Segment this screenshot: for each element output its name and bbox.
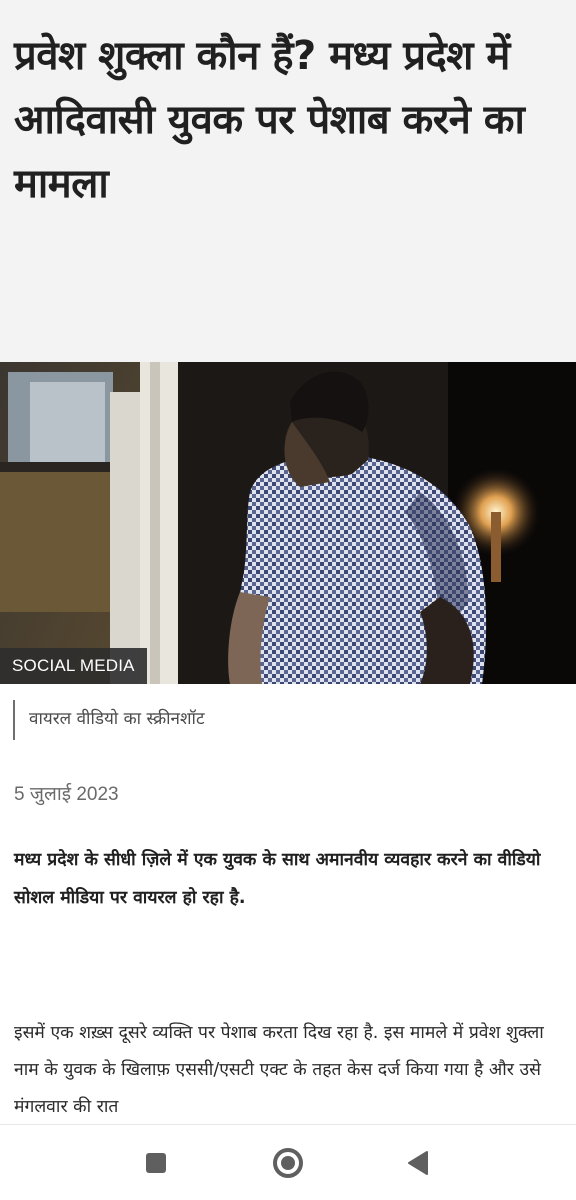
image-caption: वायरल वीडियो का स्क्रीनशॉट: [13, 700, 205, 740]
article-headline: प्रवेश शुक्ला कौन हैं? मध्य प्रदेश में आ…: [14, 33, 525, 207]
android-navigation-bar: [0, 1124, 576, 1200]
square-recents-icon: [146, 1153, 166, 1173]
article-body-paragraph: इसमें एक शख़्स दूसरे व्यक्ति पर पेशाब कर…: [14, 1023, 544, 1117]
circle-home-icon: [273, 1148, 303, 1178]
image-credit-badge: SOCIAL MEDIA: [0, 648, 147, 684]
publish-date: 5 जुलाई 2023: [14, 784, 119, 805]
home-button[interactable]: [268, 1143, 308, 1183]
video-screenshot-image: [0, 362, 576, 684]
article-page: प्रवेश शुक्ला कौन हैं? मध्य प्रदेश में आ…: [0, 0, 576, 1200]
back-button[interactable]: [398, 1143, 438, 1183]
triangle-back-icon: [408, 1151, 428, 1175]
article-summary: मध्य प्रदेश के सीधी ज़िले में एक युवक के…: [14, 850, 541, 908]
article-image[interactable]: [0, 362, 576, 684]
headline-block: प्रवेश शुक्ला कौन हैं? मध्य प्रदेश में आ…: [0, 0, 576, 362]
recents-button[interactable]: [136, 1143, 176, 1183]
